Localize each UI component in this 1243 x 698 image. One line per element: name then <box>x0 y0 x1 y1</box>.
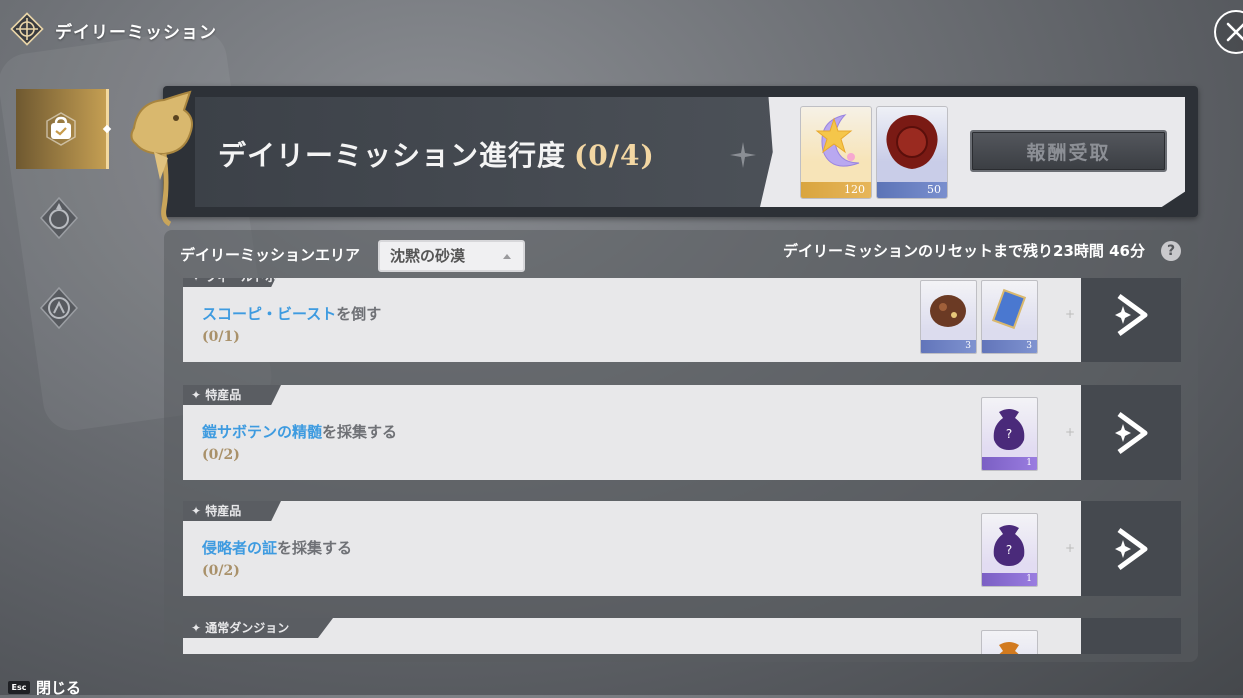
reward-quantity: 1 <box>982 573 1037 586</box>
boar-mascot-icon <box>124 88 202 228</box>
mission-list[interactable]: ✦ フィールドボス スコーピ・ビーストを倒す (0/1) 3 3 + ✦ 特産品… <box>164 278 1198 654</box>
reward-quantity: 50 <box>877 182 947 198</box>
mission-go-button[interactable] <box>1081 385 1181 480</box>
mystery-bag-icon: ? <box>993 409 1025 450</box>
navigate-arrow-icon <box>1115 411 1148 454</box>
plus-icon: + <box>1065 541 1076 555</box>
mission-category-label: 特産品 <box>205 388 242 402</box>
banner-reward-crystal[interactable]: 120 <box>800 106 872 199</box>
mission-card: ✦ 特産品 侵略者の証を採集する (0/2) <box>183 501 1083 596</box>
weekly-crest-icon <box>39 196 79 240</box>
daily-mission-icon <box>46 112 76 146</box>
mission-go-button[interactable] <box>1081 501 1181 596</box>
claim-reward-button[interactable]: 報酬受取 <box>970 130 1167 172</box>
reward-quantity: 1 <box>982 457 1037 470</box>
mission-category-tag: ✦ 特産品 <box>183 501 281 521</box>
mission-action: を採集する <box>277 539 353 557</box>
mission-action: を採集する <box>322 423 398 441</box>
mission-progress: (0/1) <box>202 329 240 345</box>
mission-go-button[interactable] <box>1081 278 1181 362</box>
plus-icon: + <box>1065 425 1076 439</box>
blue-card-icon <box>991 288 1027 330</box>
mystery-bag-icon: ? <box>993 525 1025 566</box>
mission-row: ✦ 特産品 鎧サボテンの精髄を採集する (0/2) ? 1 + <box>183 385 1181 480</box>
mission-reward-card[interactable]: 3 <box>920 280 977 354</box>
mission-category-label: 特産品 <box>205 504 242 518</box>
area-select-value: 沈黙の砂漠 <box>390 247 466 265</box>
banner-reward-seal[interactable]: 50 <box>876 106 948 199</box>
close-icon <box>1226 22 1243 42</box>
mission-category-label: フィールドボス <box>191 278 277 287</box>
mission-row: ✦ 特産品 侵略者の証を採集する (0/2) ? 1 + <box>183 501 1181 596</box>
page-title: デイリーミッション <box>55 23 217 43</box>
sidebar-item-weekly[interactable] <box>14 178 104 258</box>
help-icon[interactable]: ? <box>1161 241 1181 261</box>
sidebar-item-compass[interactable] <box>14 268 104 348</box>
reward-quantity: 3 <box>982 340 1037 353</box>
mission-reward-card[interactable] <box>981 630 1038 654</box>
sidebar-item-daily[interactable] <box>16 89 109 169</box>
esc-key-hint: Esc <box>8 681 30 694</box>
star-moon-crystal-icon <box>815 114 860 167</box>
close-button[interactable] <box>1214 10 1243 54</box>
mission-target: 鎧サボテンの精髄 <box>202 423 323 441</box>
mission-title: スコーピ・ビーストを倒す <box>202 303 381 324</box>
caret-up-icon <box>503 254 511 259</box>
orange-bag-icon <box>999 642 1019 654</box>
mission-card: ✦ 特産品 鎧サボテンの精髄を採集する (0/2) <box>183 385 1083 480</box>
chocolate-chest-icon <box>930 295 966 327</box>
area-select[interactable]: 沈黙の砂漠 <box>378 240 525 272</box>
area-label: デイリーミッションエリア <box>180 246 361 264</box>
mission-category-tag: ✦ フィールドボス <box>183 278 281 287</box>
progress-count: (0/4) <box>574 139 655 172</box>
reward-quantity: 120 <box>801 182 871 198</box>
reset-timer: デイリーミッションのリセットまで残り23時間 46分 <box>783 242 1145 260</box>
navigate-arrow-icon <box>1115 527 1148 570</box>
compass-emblem-icon <box>8 10 46 48</box>
mission-title: 侵略者の証を採集する <box>202 537 352 558</box>
mission-target: 侵略者の証 <box>202 539 278 557</box>
mission-reward-card[interactable]: ? 1 <box>981 513 1038 587</box>
mission-title: 鎧サボテンの精髄を採集する <box>202 421 397 442</box>
mission-target: スコーピ・ビースト <box>202 305 337 323</box>
plus-icon: + <box>1065 307 1076 321</box>
progress-title: デイリーミッション進行度 (0/4) <box>218 134 655 174</box>
mission-go-button[interactable] <box>1081 618 1181 654</box>
navigate-arrow-icon <box>1115 293 1148 336</box>
wax-seal-icon <box>886 115 938 169</box>
reward-quantity: 3 <box>921 340 976 353</box>
mission-progress: (0/2) <box>202 563 240 579</box>
svg-text:?: ? <box>1006 543 1012 557</box>
mission-category-label: 通常ダンジョン <box>205 621 290 635</box>
mission-action: を倒す <box>336 305 382 323</box>
compass-mission-icon <box>39 286 79 330</box>
mission-reward-card[interactable]: ? 1 <box>981 397 1038 471</box>
mission-category-tag: ✦ 通常ダンジョン <box>183 618 333 638</box>
sparkle-icon <box>730 142 756 168</box>
progress-title-text: デイリーミッション進行度 <box>218 139 567 172</box>
mission-row: ✦ 通常ダンジョン <box>183 618 1181 654</box>
mission-card: ✦ 通常ダンジョン <box>183 618 1083 654</box>
mission-reward-card[interactable]: 3 <box>981 280 1038 354</box>
svg-text:?: ? <box>1006 427 1012 441</box>
mission-progress: (0/2) <box>202 447 240 463</box>
mission-category-tag: ✦ 特産品 <box>183 385 281 405</box>
mission-row: ✦ フィールドボス スコーピ・ビーストを倒す (0/1) 3 3 + <box>183 278 1181 362</box>
